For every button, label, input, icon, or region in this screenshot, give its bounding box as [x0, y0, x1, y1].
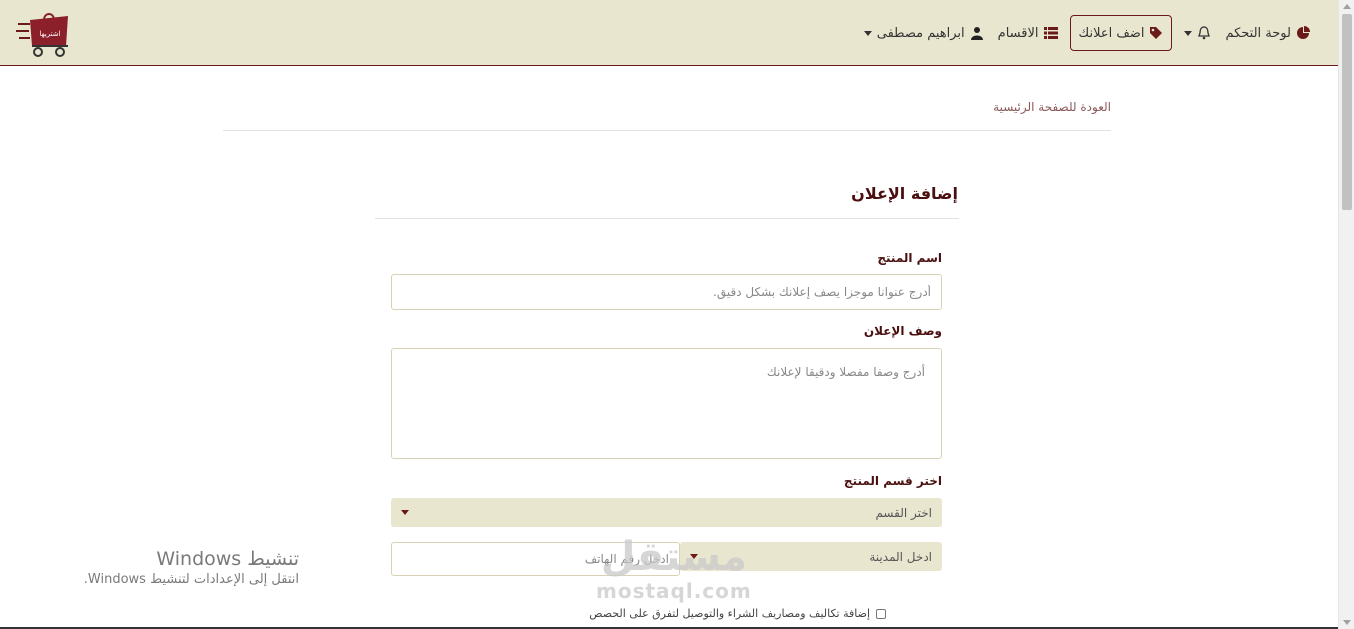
divider: [223, 130, 1111, 131]
chevron-down-icon: [1184, 30, 1193, 36]
brand-watermark: مستقل mostaql.com: [596, 533, 752, 601]
nav-dashboard[interactable]: لوحة التحكم: [1223, 15, 1312, 51]
nav-categories-label: الاقسام: [997, 25, 1039, 41]
notifications-menu[interactable]: [1182, 15, 1213, 51]
vertical-scrollbar[interactable]: [1338, 0, 1354, 629]
costs-checkbox-row[interactable]: إضافة تكاليف ومصاريف الشراء والتوصيل لتف…: [589, 607, 886, 620]
page-root: اشتريها ابراهيم مصطفى الاقسام اضف اعلانك…: [0, 0, 1354, 629]
category-select[interactable]: اختر القسم: [391, 498, 942, 527]
tag-icon: [1149, 26, 1163, 40]
brand-watermark-url: mostaql.com: [596, 579, 752, 603]
category-select-value: اختر القسم: [875, 505, 932, 520]
add-ad-label: اضف اعلانك: [1078, 25, 1145, 41]
brand-watermark-arabic: مستقل: [600, 534, 748, 580]
user-menu[interactable]: ابراهيم مصطفى: [862, 15, 986, 51]
costs-checkbox[interactable]: [876, 608, 886, 619]
nav-menu: ابراهيم مصطفى الاقسام اضف اعلانك لوحة ال…: [862, 15, 1312, 51]
divider: [375, 218, 959, 219]
windows-activation-subtitle: انتقل إلى الإعدادات لتنشيط Windows.: [83, 572, 299, 587]
windows-activation-overlay: تنشيط Windows انتقل إلى الإعدادات لتنشيط…: [84, 548, 299, 587]
chevron-down-icon: [401, 510, 409, 515]
logo-text: اشتريها: [39, 30, 60, 38]
chevron-down-icon: [863, 30, 872, 36]
product-name-input[interactable]: [391, 274, 942, 310]
category-label: اختر قسم المنتج: [843, 474, 942, 488]
list-icon: [1043, 26, 1058, 40]
site-logo[interactable]: اشتريها: [16, 10, 72, 58]
city-select-value: ادخل المدينة: [869, 549, 932, 564]
product-name-label: اسم المنتج: [877, 251, 942, 265]
scroll-up-arrow-icon[interactable]: [1343, 4, 1351, 9]
top-navbar: اشتريها ابراهيم مصطفى الاقسام اضف اعلانك…: [0, 0, 1338, 66]
scrollbar-thumb[interactable]: [1342, 14, 1352, 210]
costs-checkbox-label: إضافة تكاليف ومصاريف الشراء والتوصيل لتف…: [589, 607, 870, 620]
page-title: إضافة الإعلان: [851, 184, 958, 203]
user-name: ابراهيم مصطفى: [876, 25, 965, 41]
description-label: وصف الإعلان: [863, 324, 942, 338]
user-icon: [970, 26, 984, 40]
description-textarea[interactable]: [391, 348, 942, 459]
windows-activation-title: تنشيط Windows: [156, 548, 299, 570]
back-to-home-link[interactable]: العودة للصفحة الرئيسية: [993, 100, 1111, 114]
nav-dashboard-label: لوحة التحكم: [1225, 25, 1291, 41]
add-ad-button[interactable]: اضف اعلانك: [1069, 15, 1173, 51]
bell-icon: [1197, 26, 1211, 40]
nav-categories[interactable]: الاقسام: [996, 15, 1060, 51]
pie-chart-icon: [1296, 26, 1310, 40]
scroll-down-arrow-icon[interactable]: [1343, 620, 1351, 625]
